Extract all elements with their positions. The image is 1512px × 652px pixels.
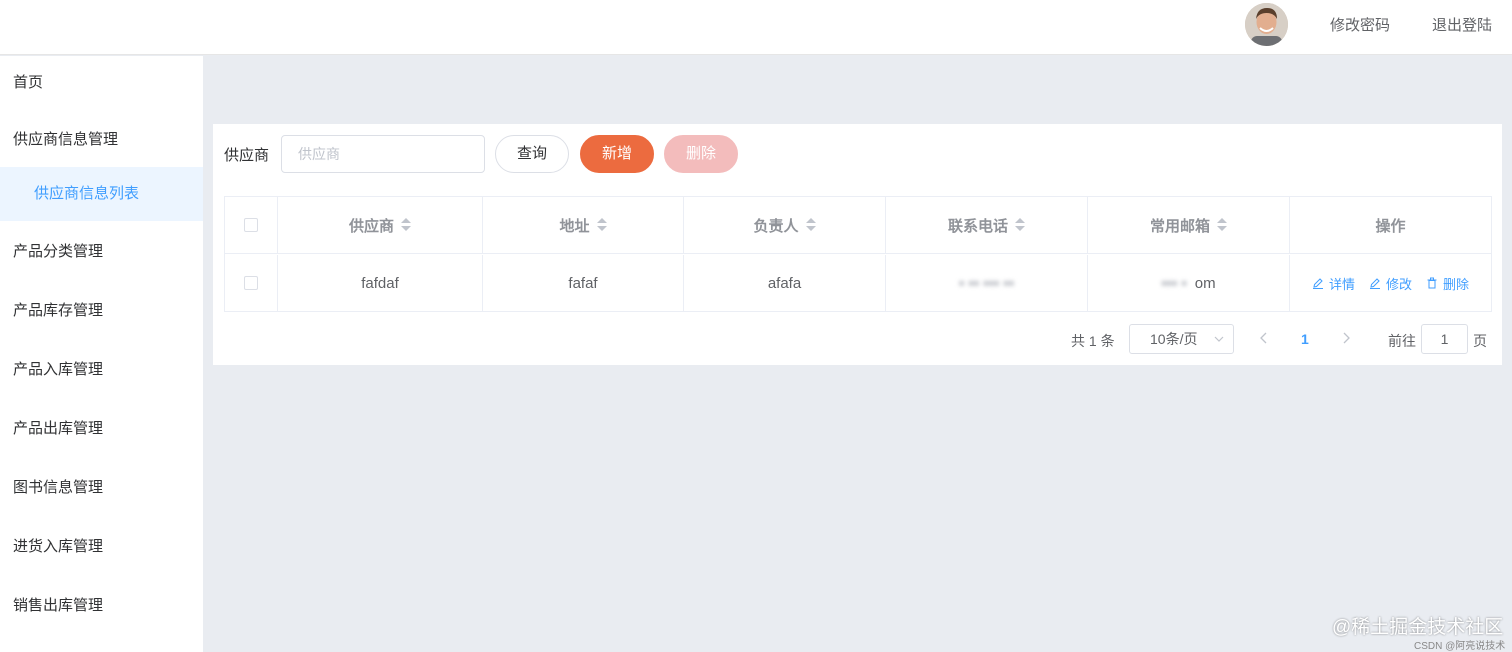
add-button[interactable]: 新增 — [580, 135, 654, 173]
sort-caret-icon[interactable] — [805, 218, 816, 232]
column-header-manager[interactable]: 负责人 — [684, 197, 886, 253]
column-header-supplier[interactable]: 供应商 — [278, 197, 483, 253]
query-button[interactable]: 查询 — [495, 135, 569, 173]
sidebar-item-sales-out-management[interactable]: 销售出库管理 — [0, 579, 203, 633]
page-number-current[interactable]: 1 — [1301, 331, 1309, 347]
edit-pencil-icon — [1312, 278, 1323, 289]
sort-caret-icon[interactable] — [401, 218, 411, 232]
logout-link[interactable]: 退出登陆 — [1432, 14, 1492, 35]
delete-button[interactable]: 删除 — [664, 135, 738, 173]
cell-manager: afafa — [684, 255, 886, 311]
sidebar-item-stock-in-management[interactable]: 产品入库管理 — [0, 343, 203, 397]
watermark-sub: CSDN @阿亮说技术 — [1414, 641, 1506, 652]
sidebar-item-purchase-in-management[interactable]: 进货入库管理 — [0, 520, 203, 574]
pagination: 共 1 条 10条/页 1 前往 页 — [213, 324, 1502, 354]
sidebar-item-category-management[interactable]: 产品分类管理 — [0, 225, 203, 279]
avatar-portrait-icon — [1245, 3, 1288, 46]
column-header-label: 供应商 — [348, 217, 394, 235]
delete-action-label: 删除 — [1443, 276, 1470, 292]
cell-address: fafaf — [483, 255, 684, 311]
goto-page-input[interactable] — [1421, 324, 1468, 354]
redacted-phone-blur: ▪︎ ▪︎▪︎ ▪︎▪︎▪︎ ▪︎▪︎ — [958, 274, 1015, 292]
column-header-label: 操作 — [1375, 217, 1406, 235]
column-header-email[interactable]: 常用邮箱 — [1088, 197, 1290, 253]
column-header-label: 地址 — [559, 217, 590, 235]
sidebar-item-supplier-management[interactable]: 供应商信息管理 — [0, 113, 203, 167]
sidebar-item-book-management[interactable]: 图书信息管理 — [0, 461, 203, 515]
cell-supplier: fafdaf — [278, 255, 483, 311]
email-visible-suffix: om — [1194, 274, 1216, 292]
supplier-table: 供应商 地址 负责人 联系电话 常用邮箱 操作 fafdaf fafaf afa… — [224, 196, 1492, 312]
change-password-link[interactable]: 修改密码 — [1330, 14, 1390, 35]
sort-caret-icon[interactable] — [1217, 218, 1227, 232]
edit-action-label: 修改 — [1385, 276, 1412, 292]
chevron-left-icon[interactable] — [1259, 330, 1269, 346]
page-size-value: 10条/页 — [1150, 331, 1198, 347]
detail-action[interactable]: 详情 — [1312, 274, 1355, 293]
cell-email: ▪︎▪︎▪︎ ▪︎ om — [1088, 255, 1290, 311]
sidebar-menu: 首页 供应商信息管理 供应商信息列表 产品分类管理 产品库存管理 产品入库管理 … — [0, 56, 203, 652]
trash-icon — [1427, 277, 1437, 289]
sort-caret-icon[interactable] — [1015, 218, 1025, 232]
column-header-phone[interactable]: 联系电话 — [886, 197, 1088, 253]
page-size-select[interactable]: 10条/页 — [1129, 324, 1234, 354]
header-select-all-cell — [225, 197, 278, 253]
supplier-search-input[interactable] — [281, 135, 485, 173]
sort-caret-icon[interactable] — [596, 218, 607, 232]
column-header-address[interactable]: 地址 — [483, 197, 684, 253]
column-header-label: 联系电话 — [947, 217, 1008, 235]
sidebar-item-stock-out-management[interactable]: 产品出库管理 — [0, 402, 203, 456]
pagination-total: 共 1 条 — [1071, 333, 1115, 349]
chevron-down-icon — [1214, 336, 1224, 342]
watermark-main: @稀土掘金技术社区 — [1332, 617, 1504, 638]
column-header-label: 负责人 — [753, 217, 799, 235]
detail-action-label: 详情 — [1328, 276, 1355, 292]
supplier-list-panel: 供应商 查询 新增 删除 供应商 地址 负责人 联系电话 常用邮箱 — [213, 124, 1502, 365]
top-header: 修改密码 退出登陆 — [0, 0, 1512, 55]
edit-action[interactable]: 修改 — [1369, 274, 1412, 293]
row-select-cell — [225, 255, 278, 311]
sidebar-item-home[interactable]: 首页 — [0, 56, 203, 110]
select-all-checkbox[interactable] — [244, 218, 258, 232]
page-unit-label: 页 — [1473, 333, 1487, 349]
redacted-email-blur: ▪︎▪︎▪︎ ▪︎ — [1161, 274, 1187, 292]
column-header-label: 常用邮箱 — [1149, 217, 1210, 235]
row-checkbox[interactable] — [244, 276, 258, 290]
cell-actions: 详情 修改 删除 — [1290, 255, 1491, 311]
delete-action[interactable]: 删除 — [1426, 274, 1469, 293]
sidebar-item-inventory-management[interactable]: 产品库存管理 — [0, 284, 203, 338]
column-header-actions: 操作 — [1290, 197, 1491, 253]
edit-pencil-icon — [1369, 278, 1380, 289]
table-header-row: 供应商 地址 负责人 联系电话 常用邮箱 操作 — [225, 197, 1491, 254]
supplier-search-label: 供应商 — [224, 147, 270, 164]
goto-label: 前往 — [1388, 333, 1416, 349]
chevron-right-icon[interactable] — [1341, 330, 1351, 346]
table-row: fafdaf fafaf afafa ▪︎ ▪︎▪︎ ▪︎▪︎▪︎ ▪︎▪︎ ▪… — [225, 255, 1491, 311]
user-avatar[interactable] — [1245, 3, 1288, 46]
cell-phone: ▪︎ ▪︎▪︎ ▪︎▪︎▪︎ ▪︎▪︎ — [886, 255, 1088, 311]
sidebar-item-supplier-list[interactable]: 供应商信息列表 — [0, 167, 203, 221]
